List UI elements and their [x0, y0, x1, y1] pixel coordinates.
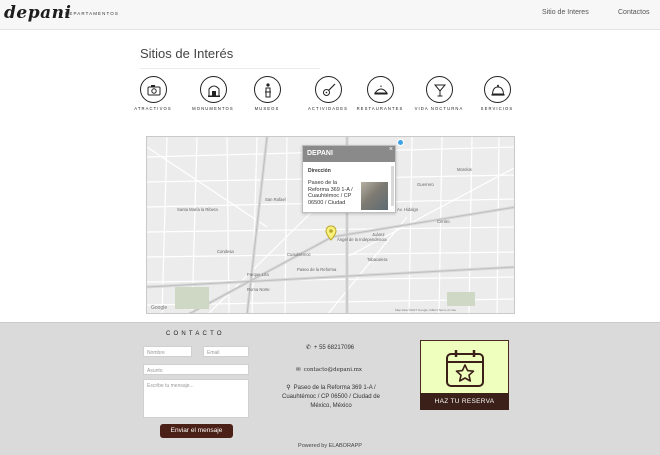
category-servicios[interactable]: SERVICIOS — [467, 76, 527, 122]
category-label: ATRACTIVOS — [134, 106, 172, 111]
logo-dot — [59, 12, 62, 15]
category-actividades[interactable]: ACTIVIDADES — [298, 76, 358, 122]
contact-email[interactable]: ✉ contacto@depani.mx — [292, 367, 366, 373]
category-label: MONUMENTOS — [192, 106, 234, 111]
message-textarea[interactable]: Escribe tu mensaje... — [143, 379, 249, 418]
google-logo: Google — [151, 305, 168, 311]
email-input[interactable]: Email — [203, 346, 249, 357]
subject-input[interactable]: Asunto — [143, 364, 249, 375]
map-marker-icon[interactable] — [325, 225, 337, 241]
map-label: Roma Norte — [247, 287, 270, 292]
map-label: Morelos — [457, 167, 472, 172]
category-label: SERVICIOS — [480, 106, 514, 111]
category-label: RESTAURANTES — [356, 106, 404, 111]
title-divider — [140, 68, 320, 69]
category-museos[interactable]: MUSEOS — [237, 76, 297, 122]
contact-address: ⚲ Paseo de la Reforma 369 1-A / Cuauhtémo… — [278, 384, 384, 411]
location-dot-icon — [397, 139, 404, 146]
address-text: Paseo de la Reforma 369 1-A / Cuauhtémoc… — [282, 385, 380, 409]
building-photo — [361, 182, 388, 210]
powered-by[interactable]: Powered by ELABORAPP — [0, 443, 660, 449]
info-window-title: DEPANI — [303, 146, 395, 162]
map-label: Parque Lira — [247, 272, 269, 277]
map-label: Santa María la Ribera — [177, 207, 218, 212]
top-navbar: depani DEPARTAMENTOS Sitio de Interes Co… — [0, 0, 660, 30]
map-label: Ángel de la Independencia — [337, 237, 387, 242]
map-label: Tabacalera — [367, 257, 388, 262]
category-label: MUSEOS — [254, 106, 280, 111]
calendar-star-icon — [446, 350, 484, 387]
category-vida-nocturna[interactable]: VIDA NOCTURNA — [409, 76, 469, 122]
map-label: Guerrero — [417, 182, 434, 187]
category-label: VIDA NOCTURNA — [414, 106, 464, 111]
map-label: Condesa — [217, 249, 234, 254]
map-label: Centro — [437, 219, 450, 224]
guitar-icon[interactable] — [315, 76, 342, 103]
category-monumentos[interactable]: MONUMENTOS — [183, 76, 243, 122]
museum-icon[interactable] — [254, 76, 281, 103]
category-label: ACTIVIDADES — [307, 106, 349, 111]
location-pin-icon: ⚲ — [286, 385, 291, 391]
reserve-button[interactable]: HAZ TU RESERVA — [420, 393, 509, 410]
info-window-scrollbar[interactable] — [391, 166, 394, 206]
send-message-button[interactable]: Enviar el mensaje — [160, 424, 233, 438]
map-label: Av. Hidalgo — [397, 207, 419, 212]
nav-link-sitios[interactable]: Sitio de Interes — [542, 9, 589, 16]
name-input[interactable]: Nombre — [143, 346, 192, 357]
envelope-icon: ✉ — [295, 367, 301, 373]
cocktail-icon[interactable] — [426, 76, 453, 103]
map-credits[interactable]: Map data ©2017 Google, INEGI Terms of Us… — [395, 308, 456, 312]
category-restaurantes[interactable]: RESTAURANTES — [350, 76, 410, 122]
map-label: Paseo de la Reforma — [297, 267, 337, 272]
service-bell-icon[interactable] — [484, 76, 511, 103]
contact-phone: ✆ + 55 68217096 — [300, 344, 360, 351]
phone-icon: ✆ — [305, 345, 311, 351]
contact-title: CONTACTO — [166, 331, 225, 337]
map-label: Cuauhtémoc — [287, 252, 311, 257]
monument-icon[interactable] — [200, 76, 227, 103]
brand-subtitle: DEPARTAMENTOS — [65, 11, 119, 16]
info-window-address: Paseo de la Reforma 369 1-A / Cuauhtémoc… — [308, 180, 353, 206]
phone-text: + 55 68217096 — [313, 345, 355, 351]
nav-link-contactos[interactable]: Contactos — [618, 9, 650, 16]
email-text[interactable]: contacto@depani.mx — [304, 367, 362, 373]
map-label: San Rafael — [265, 197, 286, 202]
section-title: Sitios de Interés — [140, 46, 234, 61]
google-map[interactable]: Condesa Roma Norte Juárez Cuauhtémoc Gue… — [146, 136, 515, 314]
map-info-window[interactable]: DEPANI × Dirección Paseo de la Reforma 3… — [302, 145, 396, 213]
category-atractivos[interactable]: ATRACTIVOS — [123, 76, 183, 122]
restaurant-icon[interactable] — [367, 76, 394, 103]
camera-icon[interactable] — [140, 76, 167, 103]
close-icon[interactable]: × — [389, 146, 393, 153]
info-window-subtitle: Dirección — [308, 168, 331, 174]
